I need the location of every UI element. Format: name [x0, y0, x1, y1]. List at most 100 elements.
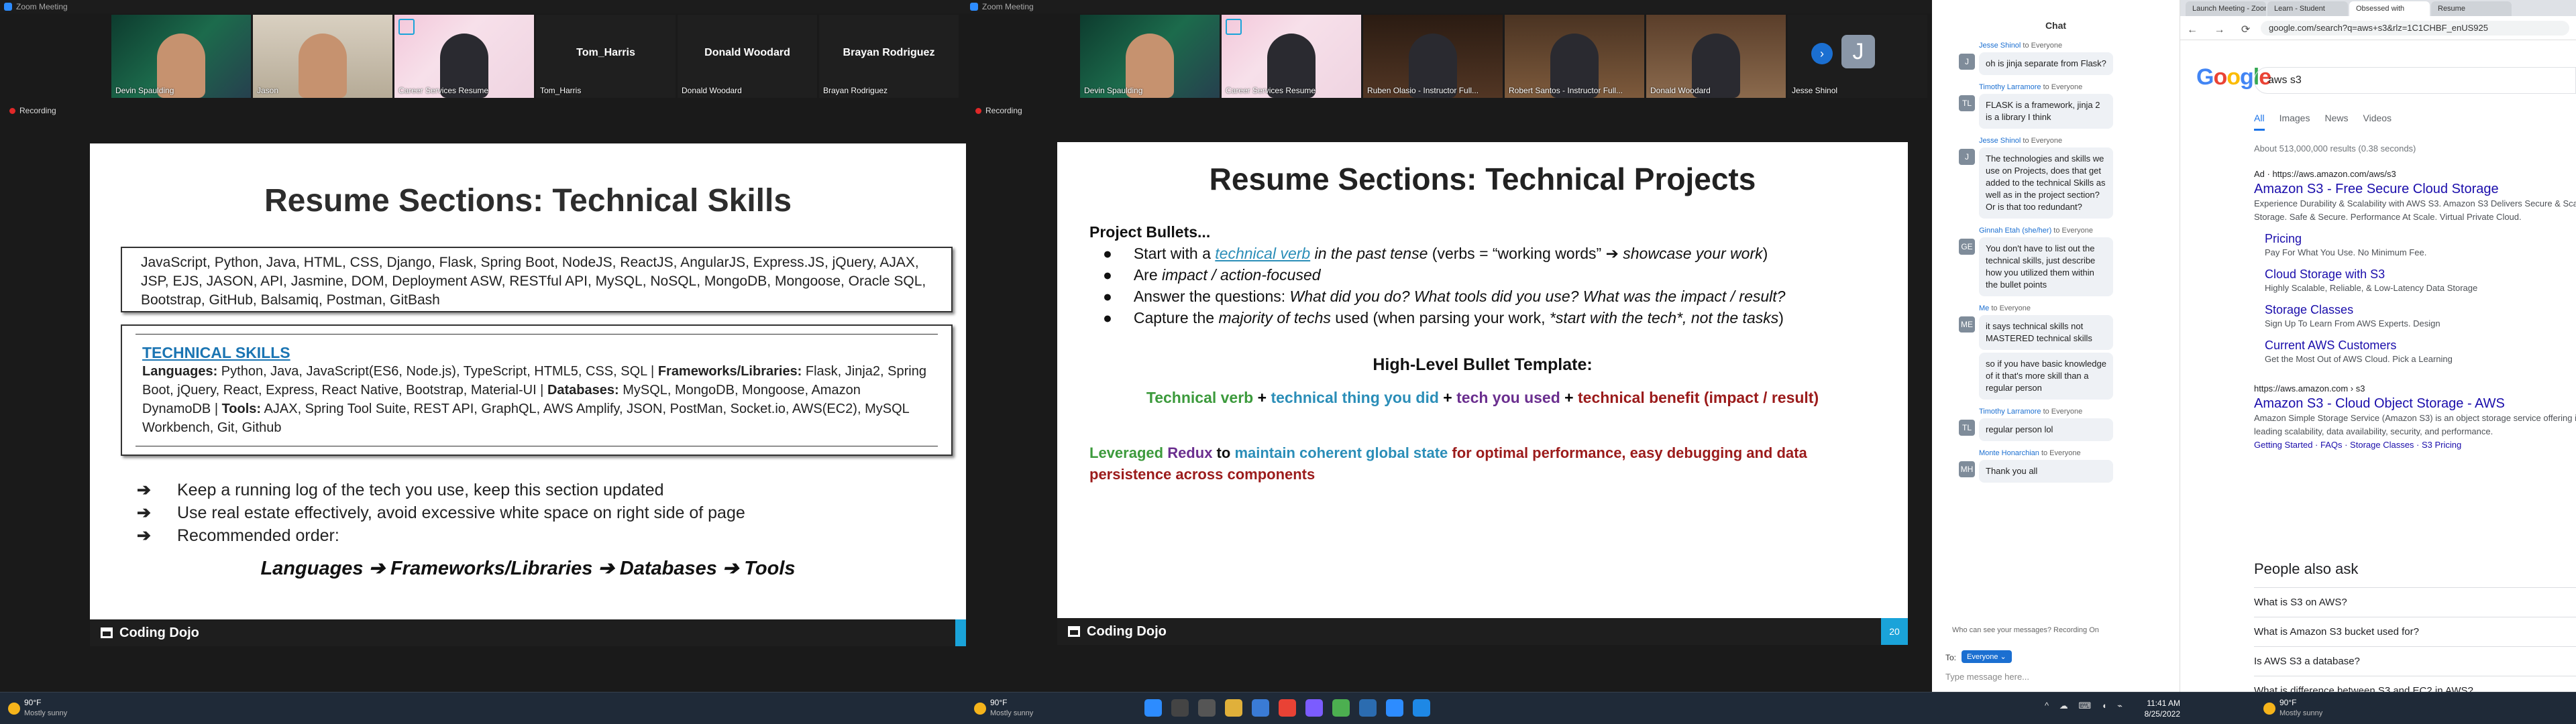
- ad-title[interactable]: Amazon S3 - Free Secure Cloud Storage: [2254, 182, 2576, 197]
- message-visibility-note[interactable]: Who can see your messages? Recording On: [1952, 626, 2099, 634]
- chat-bubble[interactable]: so if you have basic knowledge of it tha…: [1979, 353, 2113, 400]
- chat-input[interactable]: Type message here...: [1945, 672, 2029, 682]
- discord-icon[interactable]: [1305, 699, 1323, 717]
- example-bullet: Leveraged Redux to maintain coherent glo…: [1089, 442, 1881, 485]
- video-tile[interactable]: Donald Woodard: [1646, 15, 1786, 98]
- languages-value: Python, Java, JavaScript(ES6, Node.js), …: [217, 364, 658, 379]
- sublink-title[interactable]: Cloud Storage with S3: [2265, 267, 2576, 282]
- tab-resume[interactable]: Resume: [2431, 1, 2512, 16]
- recording-indicator[interactable]: Recording: [9, 106, 56, 115]
- sender-name: Me: [1979, 304, 1990, 312]
- chat-bubble[interactable]: You don't have to list out the technical…: [1979, 237, 2113, 296]
- gtab-all[interactable]: All: [2254, 113, 2265, 131]
- sender-name: Timothy Larramore: [1979, 408, 2041, 416]
- vscode-icon[interactable]: [1359, 699, 1377, 717]
- organic-title[interactable]: Amazon S3 - Cloud Object Storage - AWS: [2254, 396, 2576, 412]
- sublink-title[interactable]: Pricing: [2265, 232, 2576, 246]
- recipient-name: to Everyone: [2039, 449, 2081, 457]
- mail-icon[interactable]: [1252, 699, 1269, 717]
- system-tray[interactable]: ^ ☁ ⌨ ◖ ⌁: [2045, 701, 2127, 711]
- organic-desc: Amazon Simple Storage Service (Amazon S3…: [2254, 413, 2576, 436]
- sun-icon: [2263, 702, 2275, 715]
- sublink-desc: Get the Most Out of AWS Cloud. Pick a Le…: [2265, 354, 2453, 364]
- chrome-icon[interactable]: [1279, 699, 1296, 717]
- chat-bubble[interactable]: Thank you all: [1979, 460, 2113, 483]
- chat-message: Monte Honarchian to Everyone MH Thank you …: [1932, 449, 2180, 483]
- sun-icon: [974, 702, 986, 715]
- chat-message: Me to Everyone ME it says technical skills…: [1932, 304, 2180, 400]
- template-verb: Technical verb: [1146, 389, 1254, 406]
- recording-indicator[interactable]: Recording: [975, 106, 1022, 115]
- google-search-input[interactable]: aws s3: [2254, 67, 2576, 94]
- bullet-text: Keep a running log of the tech you use, …: [177, 481, 664, 499]
- video-tile[interactable]: Ruben Olasio - Instructor Full...: [1363, 15, 1503, 98]
- video-tile[interactable]: Tom_Harris Tom_Harris: [536, 15, 676, 98]
- video-tile[interactable]: Career Services Resume: [1222, 15, 1361, 98]
- video-tile[interactable]: Robert Santos - Instructor Full...: [1505, 15, 1644, 98]
- file-explorer-icon[interactable]: [1225, 699, 1242, 717]
- outlook-icon[interactable]: [1413, 699, 1430, 717]
- sublink-title[interactable]: Current AWS Customers: [2265, 339, 2576, 353]
- sublink-title[interactable]: Storage Classes: [2265, 303, 2576, 317]
- organic-sitelinks[interactable]: Getting Started · FAQs · Storage Classes…: [2254, 438, 2576, 452]
- participant-silhouette: [299, 34, 347, 98]
- zoom-app-icon[interactable]: [1386, 699, 1403, 717]
- weather-widget[interactable]: 90°F Mostly sunny: [8, 698, 67, 719]
- bullet-item: ● Answer the questions: What did you do?…: [1103, 288, 1786, 305]
- bullet-item: ● Capture the majority of techs used (wh…: [1103, 309, 1784, 326]
- weather-widget[interactable]: 90°F Mostly sunny: [2263, 698, 2322, 719]
- ad-sublink: Current AWS Customers Get the Most Out of…: [2265, 339, 2576, 366]
- search-icon[interactable]: [1171, 699, 1189, 717]
- tab-learn[interactable]: Learn - Student: [2267, 1, 2348, 16]
- video-tile[interactable]: Donald Woodard Donald Woodard: [678, 15, 817, 98]
- video-tile[interactable]: J Jesse Shinol: [1788, 15, 1927, 98]
- chat-bubble[interactable]: oh is jinja separate from Flask?: [1979, 52, 2113, 75]
- ad-sublink: Storage Classes Sign Up To Learn From AWS…: [2265, 303, 2576, 330]
- paa-question[interactable]: What is Amazon S3 bucket used for?: [2254, 617, 2576, 646]
- start-icon[interactable]: [1144, 699, 1162, 717]
- languages-label: Languages:: [142, 364, 218, 379]
- video-tile[interactable]: Jason: [253, 15, 392, 98]
- arrow-icon: ➔: [137, 526, 151, 545]
- recipient-select[interactable]: Everyone ⌄: [1962, 650, 2012, 663]
- tab-youtube[interactable]: Obsessed with: [2349, 1, 2430, 16]
- chat-bubble[interactable]: FLASK is a framework, jinja 2 is a libra…: [1979, 94, 2113, 129]
- bullet-italic: impact / action-focused: [1162, 266, 1321, 284]
- url-field[interactable]: google.com/search?q=aws+s3&rlz=1C1CHBF_e…: [2261, 21, 2569, 36]
- weather-widget[interactable]: 90°F Mostly sunny: [974, 698, 1033, 719]
- people-also-ask: People also ask What is S3 on AWS? What …: [2254, 560, 2576, 705]
- bullet-item: ➔ Use real estate effectively, avoid exce…: [137, 501, 745, 524]
- chat-bubble[interactable]: it says technical skills not MASTERED te…: [1979, 315, 2113, 350]
- chat-bubble[interactable]: regular person lol: [1979, 418, 2113, 441]
- sublink-desc: Sign Up To Learn From AWS Experts. Desig…: [2265, 318, 2440, 328]
- participant-name: Jesse Shinol: [1792, 86, 1838, 95]
- video-tile[interactable]: Devin Spaulding: [111, 15, 251, 98]
- ad-desc: Experience Durability & Scalability with…: [2254, 198, 2576, 222]
- chat-bubble[interactable]: The technologies and skills we use on Pr…: [1979, 147, 2113, 219]
- participant-avatar: J: [1841, 35, 1875, 68]
- technical-verb-link[interactable]: technical verb: [1215, 245, 1310, 262]
- task-view-icon[interactable]: [1198, 699, 1216, 717]
- video-tile[interactable]: Brayan Rodriguez Brayan Rodriguez: [819, 15, 959, 98]
- nav-buttons[interactable]: ← → ⟳: [2187, 23, 2257, 36]
- gtab-videos[interactable]: Videos: [2363, 113, 2392, 131]
- next-page-button[interactable]: ›: [1811, 43, 1833, 64]
- paa-question[interactable]: Is AWS S3 a database?: [2254, 646, 2576, 676]
- template-tech: tech you used: [1456, 389, 1560, 406]
- system-clock[interactable]: 11:41 AM 8/25/2022: [2145, 698, 2180, 719]
- video-tile[interactable]: Career Services Resume: [394, 15, 534, 98]
- ad-url: Ad · https://aws.amazon.com/aws/s3: [2254, 169, 2396, 179]
- weather-cond: Mostly sunny: [990, 709, 1034, 717]
- participant-name: Donald Woodard: [1650, 86, 1711, 95]
- ad-result: Ad · https://aws.amazon.com/aws/s3 Amazo…: [2254, 169, 2576, 452]
- video-tile[interactable]: Devin Spaulding: [1080, 15, 1220, 98]
- chat-message: Timothy Larramore to Everyone TL regular p…: [1932, 408, 2180, 441]
- gtab-images[interactable]: Images: [2279, 113, 2310, 131]
- gtab-news[interactable]: News: [2324, 113, 2348, 131]
- participant-name: Tom_Harris: [540, 86, 582, 95]
- clock-date: 8/25/2022: [2144, 709, 2180, 719]
- taskbar: ^ ☁ ⌨ ◖ ⌁ 11:41 AM 8/25/2022 90°F Mostly s…: [1932, 692, 2576, 724]
- notepad-icon[interactable]: [1332, 699, 1350, 717]
- paa-question[interactable]: What is S3 on AWS?: [2254, 587, 2576, 617]
- tab-zoom[interactable]: Launch Meeting - Zoom: [2186, 1, 2266, 16]
